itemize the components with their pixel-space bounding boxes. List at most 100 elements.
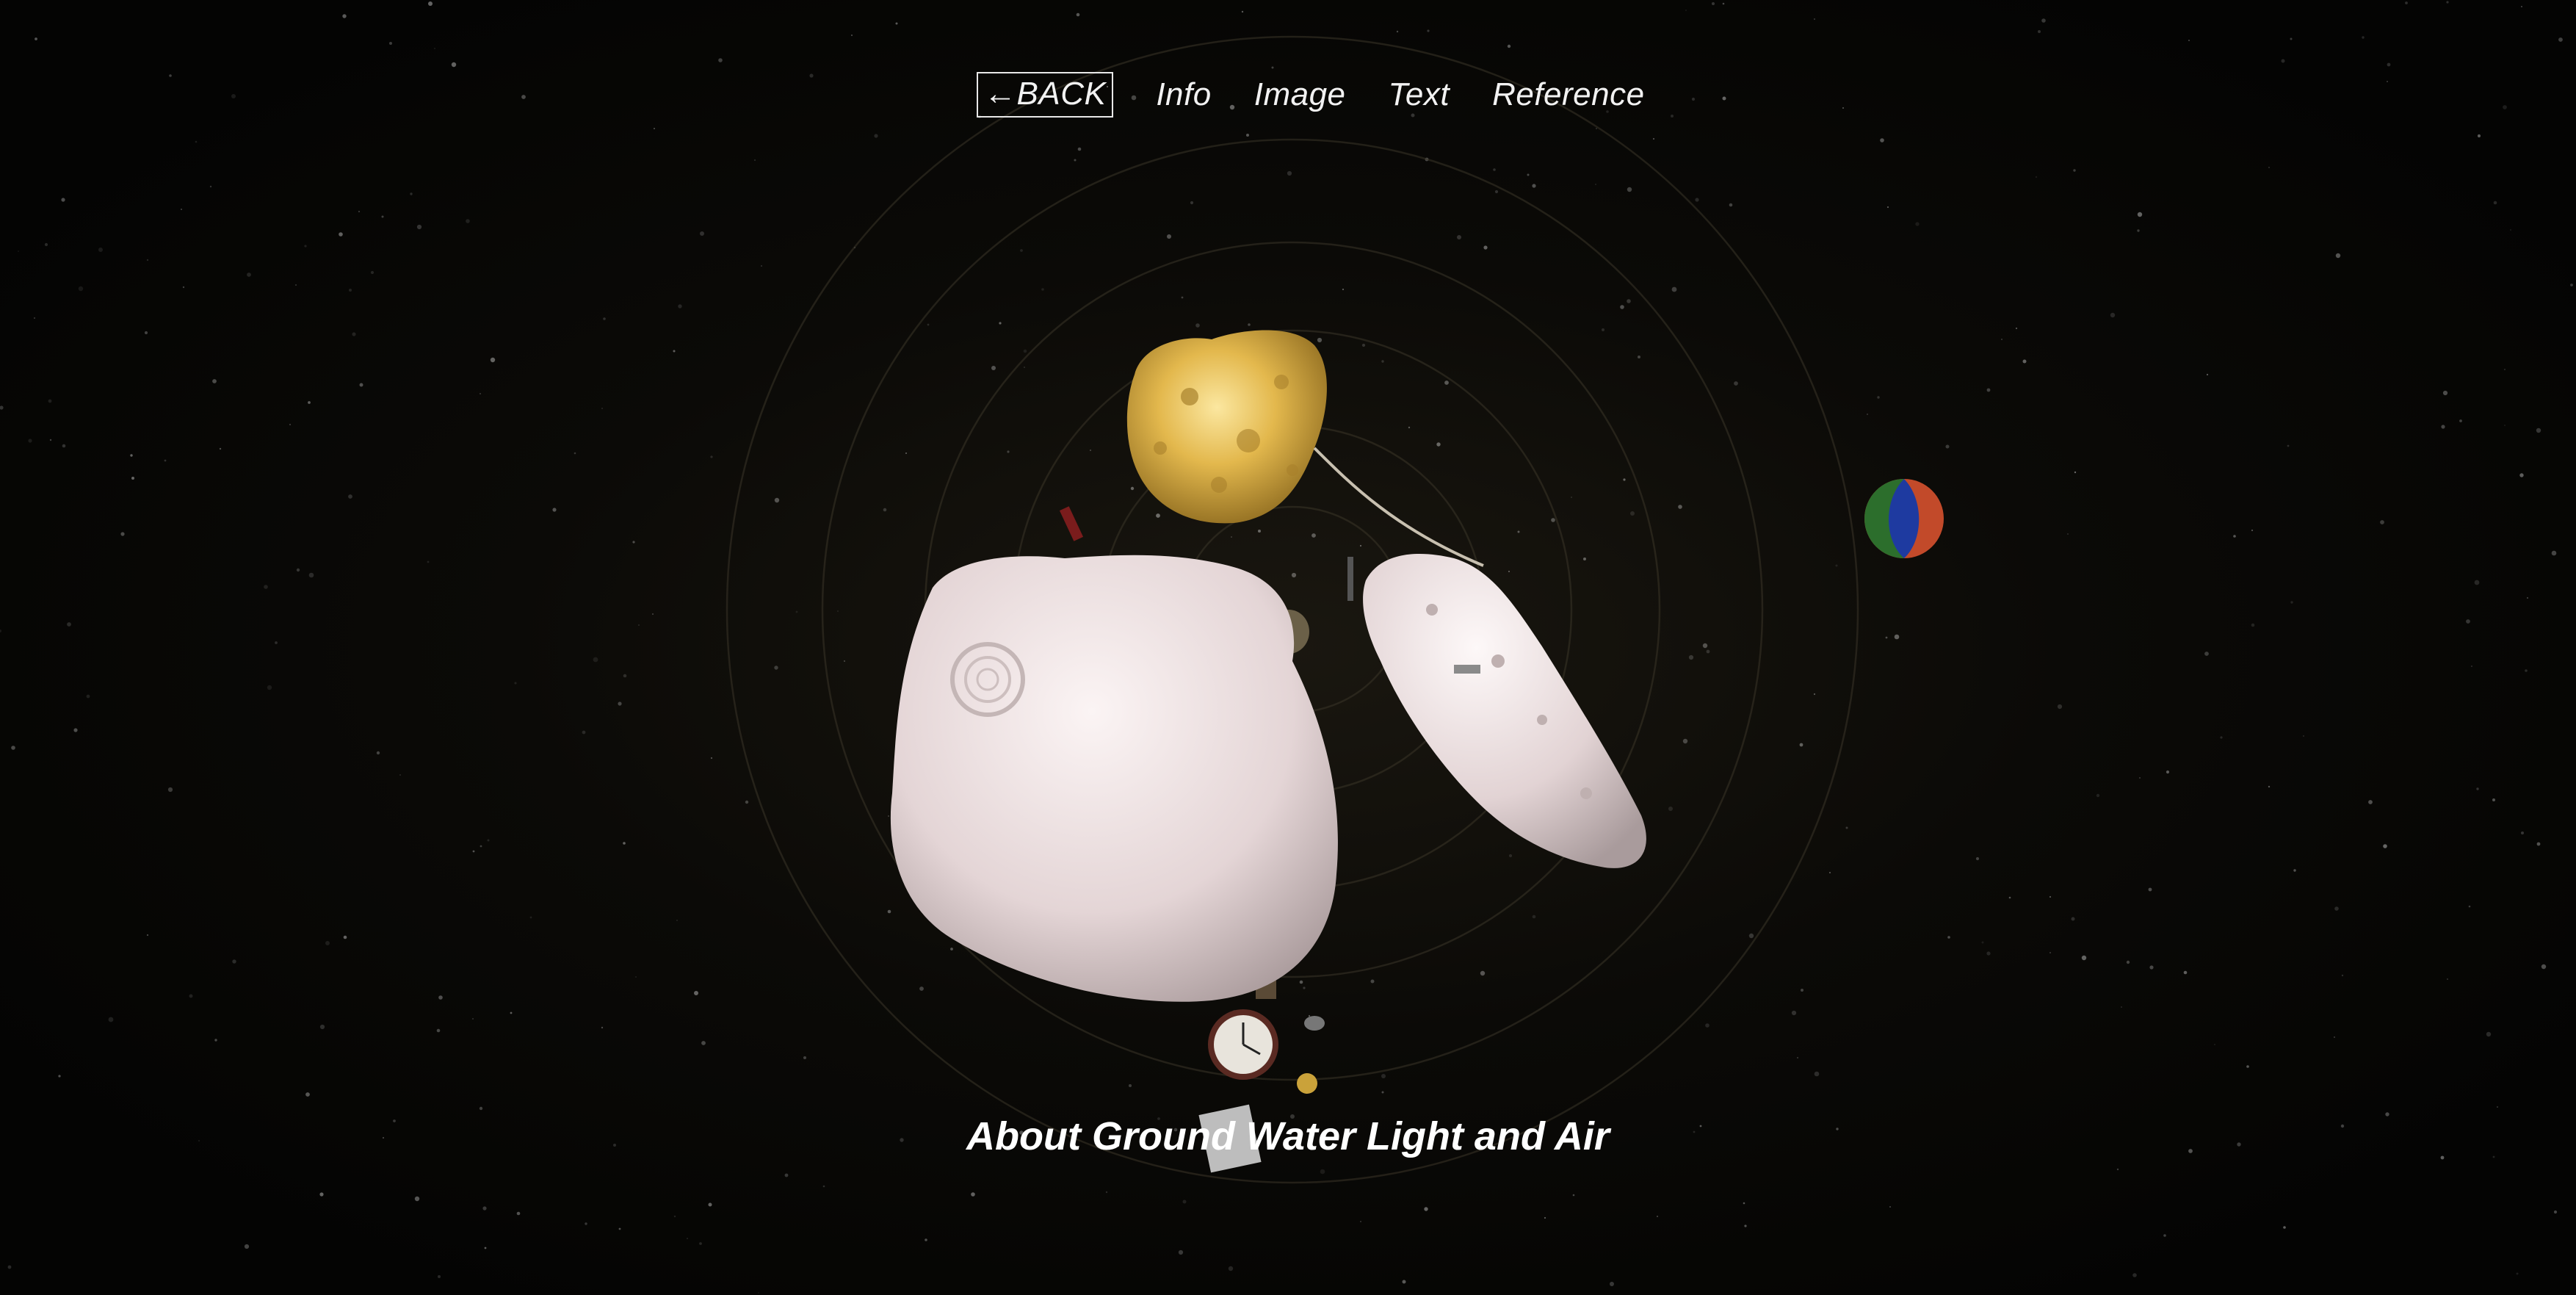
star — [339, 232, 343, 237]
star — [1130, 486, 1135, 491]
star — [1915, 222, 1920, 226]
star — [73, 728, 78, 732]
star — [399, 773, 402, 776]
star — [2362, 36, 2365, 39]
star — [231, 94, 236, 98]
star — [98, 248, 103, 252]
star — [1981, 941, 1984, 944]
star — [1682, 738, 1688, 744]
star — [1024, 367, 1025, 368]
star — [2121, 1006, 2122, 1008]
star — [710, 757, 713, 760]
star — [319, 1024, 325, 1030]
star — [809, 73, 814, 78]
star — [1360, 1221, 1361, 1222]
star — [1359, 544, 1362, 547]
star — [1729, 203, 1733, 207]
star — [2268, 166, 2271, 169]
star — [803, 1056, 806, 1059]
back-button[interactable]: ←BACK — [977, 72, 1114, 118]
star — [1829, 872, 1831, 873]
star — [1889, 1206, 1891, 1208]
star — [308, 572, 314, 578]
white-asteroid-large — [890, 555, 1338, 1002]
star — [1986, 388, 1991, 392]
star — [343, 935, 347, 939]
star — [753, 159, 756, 162]
star — [308, 401, 311, 404]
star — [1287, 170, 1292, 176]
star — [2110, 312, 2116, 318]
star — [1303, 986, 1306, 989]
star — [623, 842, 626, 845]
star — [888, 815, 889, 817]
star — [275, 641, 278, 644]
star — [618, 1227, 621, 1230]
star — [2570, 284, 2573, 286]
nav-info[interactable]: Info — [1156, 79, 1211, 111]
star — [1813, 693, 1816, 696]
star — [718, 58, 723, 62]
star — [2474, 580, 2480, 585]
star — [2527, 597, 2528, 599]
star — [2477, 134, 2481, 138]
star — [1381, 1074, 1386, 1078]
star — [67, 622, 71, 627]
star — [2468, 905, 2471, 908]
star — [267, 685, 272, 690]
star — [1595, 184, 1596, 185]
star — [905, 452, 907, 454]
star — [44, 242, 48, 247]
star — [2137, 212, 2143, 217]
star — [1342, 288, 1345, 291]
star — [264, 585, 268, 589]
star — [784, 1173, 789, 1177]
nav-reference[interactable]: Reference — [1492, 79, 1645, 111]
star — [214, 1039, 217, 1042]
star — [991, 366, 996, 370]
star — [1623, 478, 1626, 481]
star — [2551, 550, 2557, 556]
star — [1702, 643, 1708, 649]
star — [2476, 787, 2479, 790]
star — [1181, 296, 1184, 299]
star — [514, 682, 517, 685]
star — [349, 289, 352, 292]
star — [761, 265, 762, 267]
star — [2405, 1, 2408, 4]
star — [2503, 105, 2507, 109]
nav-image[interactable]: Image — [1254, 79, 1346, 111]
star — [673, 350, 676, 353]
star — [1712, 2, 1715, 5]
star — [484, 1247, 487, 1249]
nav-text[interactable]: Text — [1389, 79, 1450, 111]
star — [209, 185, 212, 188]
star — [919, 986, 924, 991]
star — [2290, 37, 2293, 40]
star — [1507, 44, 1511, 48]
star — [950, 948, 953, 950]
star — [294, 284, 297, 286]
star — [1583, 558, 1586, 560]
star — [182, 286, 185, 289]
star — [623, 674, 627, 678]
star — [678, 304, 682, 309]
star — [745, 800, 749, 804]
star — [699, 1242, 702, 1245]
star — [2214, 1044, 2215, 1045]
star — [673, 1215, 676, 1218]
star — [2251, 529, 2254, 532]
star — [427, 560, 430, 563]
star — [2126, 960, 2130, 964]
star — [1182, 1200, 1187, 1204]
star — [1023, 349, 1027, 353]
star — [774, 665, 778, 670]
star — [438, 1275, 441, 1278]
star — [1886, 206, 1889, 209]
star — [883, 508, 887, 512]
star — [2116, 1168, 2119, 1171]
star — [999, 322, 1002, 325]
star — [1668, 807, 1673, 811]
star — [35, 37, 37, 40]
star — [2096, 793, 2100, 798]
